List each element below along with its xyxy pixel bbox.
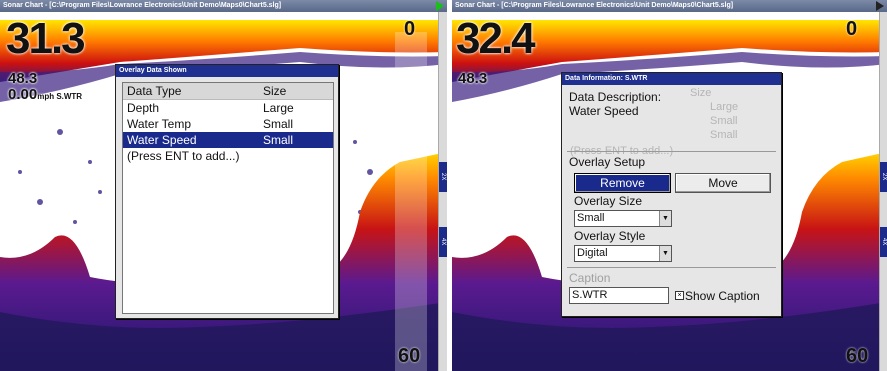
overlay-size-value: Small — [577, 212, 605, 224]
overlay-style-label: Overlay Style — [574, 229, 646, 243]
ghost-item: Size — [690, 87, 712, 99]
divider — [567, 267, 776, 268]
overlay-size-label: Overlay Size — [574, 194, 643, 208]
list-item-size: Small — [263, 133, 294, 147]
left-zoom-sidebar: 2X 4X — [438, 12, 447, 371]
speed-value: 0.00 — [8, 86, 38, 103]
zoom-4x-badge[interactable]: 4X — [880, 227, 887, 257]
depth-scale-top: 0 — [404, 18, 416, 40]
ghost-item: Large — [710, 101, 739, 113]
right-window-title: Sonar Chart - [C:\Program Files\Lowrance… — [452, 0, 887, 12]
list-item-type: (Press ENT to add...) — [127, 149, 240, 163]
depth-scale-top: 0 — [846, 18, 858, 40]
dialog-title: Overlay Data Shown — [116, 65, 338, 77]
depth-scale-bottom: 60 — [846, 345, 869, 367]
col-data-type: Data Type — [127, 84, 182, 98]
ghost-item: Small — [710, 115, 738, 127]
left-window-title: Sonar Chart - [C:\Program Files\Lowrance… — [0, 0, 447, 12]
remove-button[interactable]: Remove — [574, 173, 671, 193]
list-item-size: Large — [263, 101, 294, 115]
list-item-type: Water Speed — [127, 133, 197, 147]
play-icon[interactable] — [436, 1, 444, 11]
depth-readout: 31.3 — [6, 14, 86, 63]
depth-readout: 32.4 — [456, 14, 536, 63]
data-description-value: Water Speed — [569, 104, 639, 118]
zoom-2x-badge[interactable]: 2X — [439, 162, 447, 192]
dialog-title: Data Information: S.WTR — [562, 73, 781, 85]
play-icon[interactable] — [876, 1, 884, 11]
list-item-type: Depth — [127, 101, 160, 115]
overlay-style-value: Digital — [577, 247, 608, 259]
ghost-item: Small — [710, 129, 738, 141]
caption-input[interactable]: S.WTR — [569, 287, 669, 304]
zoom-2x-badge[interactable]: 2X — [880, 162, 887, 192]
data-information-dialog: Data Information: S.WTR Size Large Small… — [561, 72, 782, 317]
list-item-depth[interactable]: Depth Large — [123, 100, 333, 116]
overlay-size-select[interactable]: Small ▼ — [574, 210, 672, 227]
right-zoom-sidebar: 2X 4X — [879, 12, 887, 371]
water-temp-readout: 48.3 — [458, 70, 488, 87]
move-button[interactable]: Move — [675, 173, 771, 193]
list-item-add[interactable]: (Press ENT to add...) — [123, 148, 333, 164]
col-size: Size — [263, 84, 287, 98]
zoom-4x-badge[interactable]: 4X — [439, 227, 447, 257]
list-item-size: Small — [263, 117, 294, 131]
list-item-water-temp[interactable]: Water Temp Small — [123, 116, 333, 132]
show-caption-label: Show Caption — [685, 289, 760, 303]
right-sonar-window: Sonar Chart - [C:\Program Files\Lowrance… — [452, 0, 887, 371]
divider — [567, 151, 776, 152]
list-item-water-speed[interactable]: Water Speed Small — [123, 132, 333, 148]
overlay-data-list: Data Type Size Depth Large Water Temp Sm… — [122, 82, 334, 314]
show-caption-checkbox[interactable]: × — [675, 291, 684, 300]
data-description-label: Data Description: — [569, 90, 662, 104]
left-sonar-window: Sonar Chart - [C:\Program Files\Lowrance… — [0, 0, 447, 371]
overlay-setup-label: Overlay Setup — [569, 155, 646, 169]
speed-unit: mph S.WTR — [37, 92, 83, 101]
list-header: Data Type Size — [123, 83, 333, 100]
chevron-down-icon[interactable]: ▼ — [659, 246, 671, 261]
overlay-style-select[interactable]: Digital ▼ — [574, 245, 672, 262]
depth-scale-bottom: 60 — [398, 345, 421, 367]
water-temp-readout: 48.3 — [8, 70, 38, 87]
list-item-type: Water Temp — [127, 117, 192, 131]
chevron-down-icon[interactable]: ▼ — [659, 211, 671, 226]
overlay-data-shown-dialog: Overlay Data Shown Data Type Size Depth … — [115, 64, 339, 319]
caption-label: Caption — [569, 271, 611, 285]
water-speed-readout: 0.00mph S.WTR — [8, 86, 82, 103]
